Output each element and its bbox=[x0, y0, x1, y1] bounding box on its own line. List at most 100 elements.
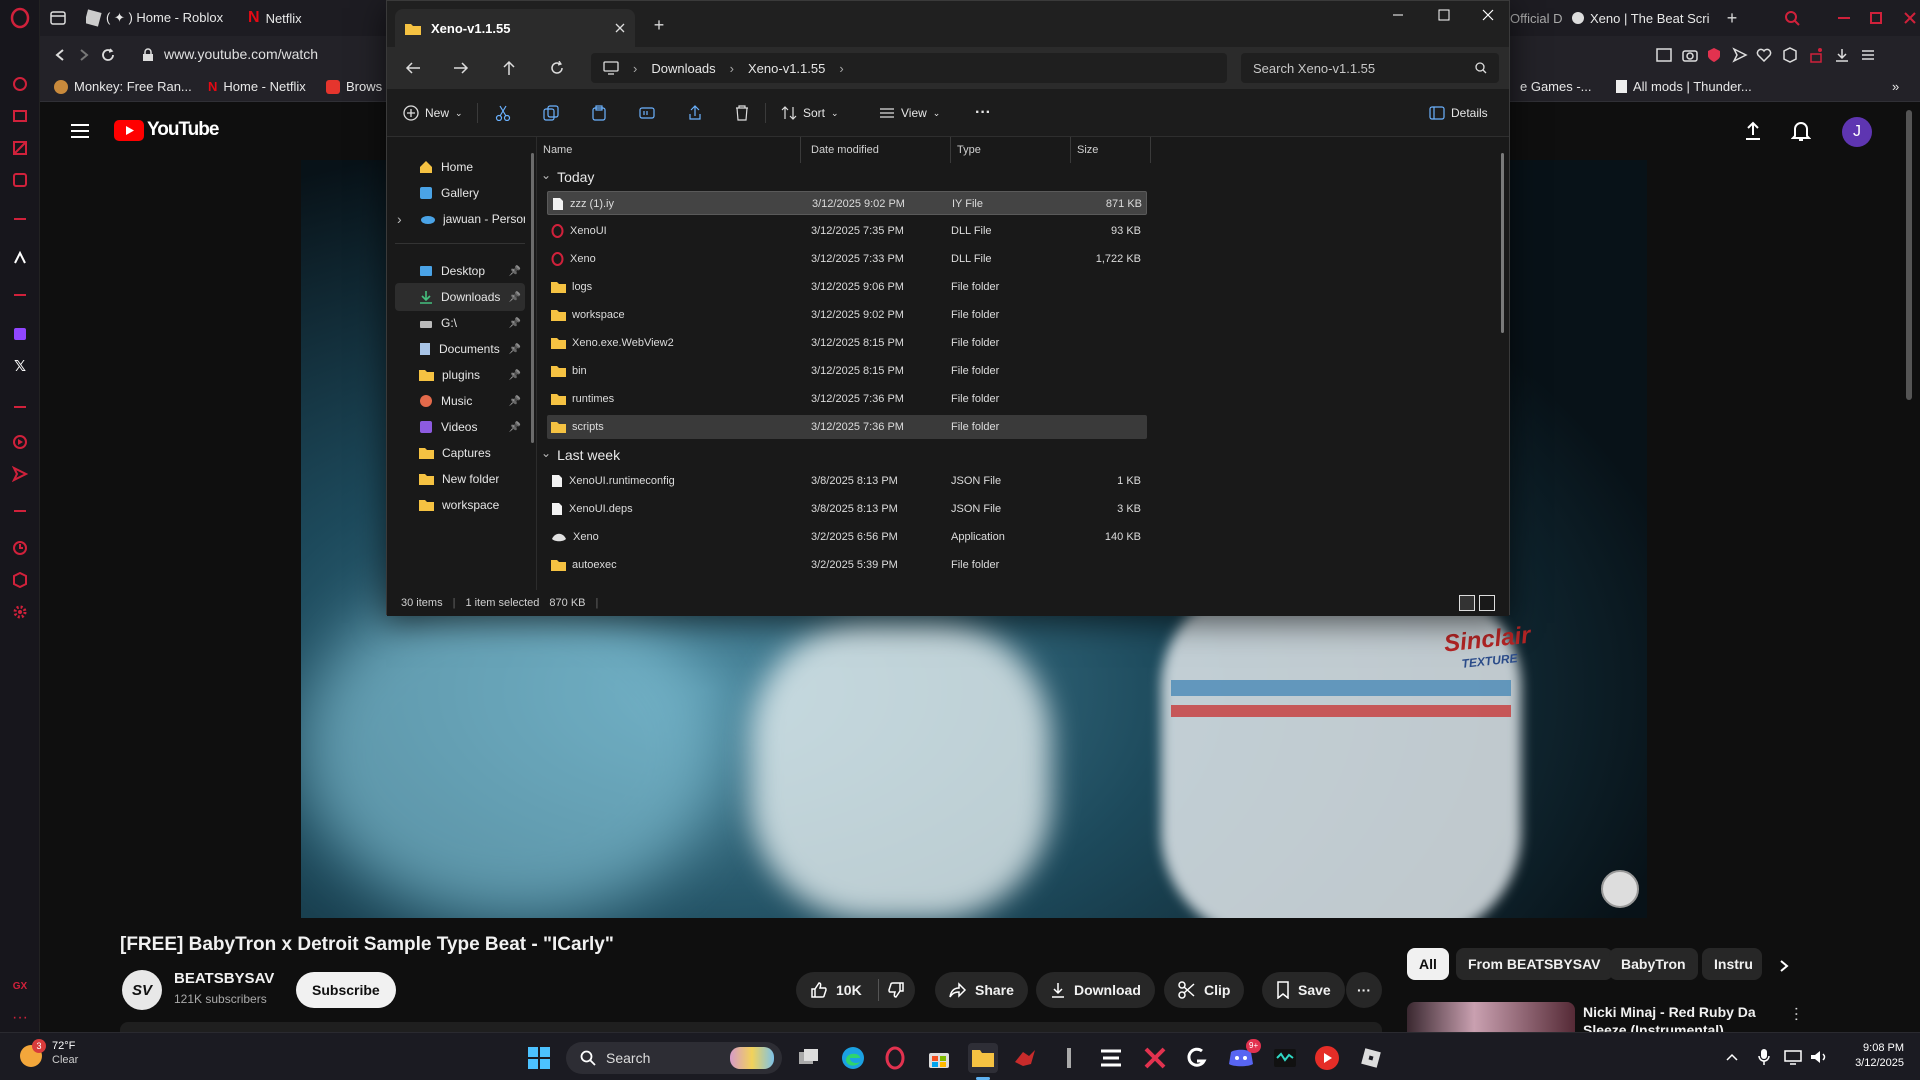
bookmark-netflix[interactable]: N Home - Netflix bbox=[208, 79, 306, 94]
subscribe-button[interactable]: Subscribe bbox=[296, 972, 396, 1008]
column-header-type[interactable]: Type bbox=[951, 137, 1071, 163]
tiles-view-icon[interactable] bbox=[1479, 595, 1495, 611]
nav-item-new-folder[interactable]: New folder bbox=[395, 465, 525, 493]
file-row[interactable]: bin 3/12/2025 8:15 PM File folder bbox=[547, 359, 1147, 383]
volume-icon[interactable] bbox=[1808, 1047, 1830, 1067]
thumbs-down-icon[interactable] bbox=[887, 981, 905, 999]
nav-pane-scrollbar[interactable] bbox=[531, 153, 534, 443]
tab-netflix[interactable]: N Netflix bbox=[248, 6, 348, 30]
more-actions-icon[interactable]: ··· bbox=[1346, 972, 1382, 1008]
nav-item-captures[interactable]: Captures bbox=[395, 439, 525, 467]
bookmark-monkey[interactable]: Monkey: Free Ran... bbox=[54, 79, 192, 94]
see-more-icon[interactable]: ··· bbox=[975, 101, 991, 125]
suggested-more-icon[interactable]: ··· bbox=[1786, 1004, 1806, 1024]
file-row[interactable]: Xeno 3/12/2025 7:33 PM DLL File 1,722 KB bbox=[547, 247, 1147, 271]
suggested-title-line2[interactable]: Sleeze (Instrumental) bbox=[1583, 1022, 1724, 1032]
explorer-tab[interactable]: Xeno-v1.1.55 bbox=[395, 9, 635, 47]
sidebar-more-icon[interactable]: ··· bbox=[8, 1006, 32, 1030]
back-icon[interactable] bbox=[403, 58, 423, 78]
search-tabs-icon[interactable] bbox=[1782, 8, 1802, 28]
x-app-icon[interactable] bbox=[1140, 1043, 1170, 1073]
column-header-size[interactable]: Size bbox=[1071, 137, 1151, 163]
file-row[interactable]: runtimes 3/12/2025 7:36 PM File folder bbox=[547, 387, 1147, 411]
file-row[interactable]: Xeno.exe.WebView2 3/12/2025 8:15 PM File f… bbox=[547, 331, 1147, 355]
weather-widget[interactable]: 3 72°F Clear bbox=[16, 1039, 78, 1067]
x-twitter-icon[interactable]: 𝕏 bbox=[8, 354, 32, 378]
nav-item-music[interactable]: Music 📌 bbox=[395, 387, 525, 415]
network-icon[interactable] bbox=[1782, 1047, 1804, 1067]
microphone-icon[interactable] bbox=[1754, 1047, 1774, 1067]
new-tab-button[interactable]: + bbox=[1722, 8, 1742, 28]
details-button[interactable]: Details bbox=[1429, 101, 1488, 125]
chip-all[interactable]: All bbox=[1407, 948, 1449, 980]
extensions-cube-icon[interactable] bbox=[8, 568, 32, 592]
details-view-icon[interactable] bbox=[1459, 595, 1475, 611]
bookmark-games[interactable]: e Games -... bbox=[1520, 79, 1592, 94]
suggested-title[interactable]: Nicki Minaj - Red Ruby Da bbox=[1583, 1004, 1756, 1020]
history-icon[interactable] bbox=[8, 536, 32, 560]
page-scrollbar[interactable] bbox=[1906, 110, 1912, 400]
opera-logo-icon[interactable] bbox=[8, 6, 32, 30]
clock[interactable]: 9:08 PM 3/12/2025 bbox=[1838, 1041, 1904, 1071]
send-arrow-icon[interactable] bbox=[1730, 46, 1750, 64]
settings-gear-icon[interactable] bbox=[8, 600, 32, 624]
red-app-icon[interactable] bbox=[1010, 1043, 1040, 1073]
minimize-icon[interactable] bbox=[1383, 5, 1413, 25]
nav-item-jawuan-person[interactable]: › jawuan - Person bbox=[395, 205, 525, 233]
close-tab-icon[interactable] bbox=[615, 23, 625, 33]
audio-app-icon[interactable] bbox=[1270, 1043, 1300, 1073]
file-list-scrollbar[interactable] bbox=[1501, 153, 1504, 333]
file-row[interactable]: Xeno 3/2/2025 6:56 PM Application 140 KB bbox=[547, 525, 1147, 549]
maximize-icon[interactable] bbox=[1866, 8, 1886, 28]
share-button[interactable]: Share bbox=[935, 972, 1028, 1008]
maximize-icon[interactable] bbox=[1429, 5, 1459, 25]
tray-chevron-up-icon[interactable] bbox=[1722, 1047, 1742, 1067]
download-button[interactable]: Download bbox=[1036, 972, 1155, 1008]
url-text[interactable]: www.youtube.com/watch bbox=[164, 46, 318, 62]
chips-next-icon[interactable] bbox=[1774, 956, 1794, 976]
heart-icon[interactable] bbox=[1754, 46, 1774, 64]
search-input[interactable]: Search Xeno-v1.1.55 bbox=[1241, 53, 1499, 83]
tab-official[interactable]: Official D bbox=[1510, 6, 1580, 30]
tab-roblox[interactable]: ( ✦ ) Home - Roblox bbox=[86, 6, 266, 30]
new-button[interactable]: New ⌄ bbox=[403, 101, 463, 125]
copy-button[interactable] bbox=[543, 101, 559, 125]
save-button[interactable]: Save bbox=[1262, 972, 1345, 1008]
send-icon[interactable] bbox=[8, 462, 32, 486]
file-row[interactable]: XenoUI.deps 3/8/2025 8:13 PM JSON File 3 KB bbox=[547, 497, 1147, 521]
tab-xeno[interactable]: Xeno | The Beat Scri bbox=[1572, 6, 1734, 30]
discord-icon[interactable]: 9+ bbox=[1226, 1039, 1262, 1073]
paste-button[interactable] bbox=[591, 101, 607, 125]
reload-icon[interactable] bbox=[98, 45, 118, 65]
easy-setup-icon[interactable] bbox=[1858, 46, 1878, 64]
breadcrumb-downloads[interactable]: Downloads bbox=[651, 61, 715, 76]
gx-mods-icon[interactable] bbox=[8, 168, 32, 192]
nav-item-downloads[interactable]: Downloads 📌 bbox=[395, 283, 525, 311]
nav-item-desktop[interactable]: Desktop 📌 bbox=[395, 257, 525, 285]
adblock-icon[interactable] bbox=[1704, 46, 1724, 64]
share-button[interactable] bbox=[687, 101, 703, 125]
channel-avatar[interactable]: SV bbox=[122, 970, 162, 1010]
bookmark-browse[interactable]: Brows bbox=[326, 79, 382, 94]
bookmarks-overflow-icon[interactable]: » bbox=[1892, 79, 1899, 94]
task-view-icon[interactable] bbox=[794, 1043, 824, 1073]
opera-gx-icon[interactable] bbox=[880, 1043, 910, 1073]
breadcrumb-xeno[interactable]: Xeno-v1.1.55 bbox=[748, 61, 825, 76]
file-row[interactable]: logs 3/12/2025 9:06 PM File folder bbox=[547, 275, 1147, 299]
nav-item-home[interactable]: Home bbox=[395, 153, 525, 181]
start-windows-icon[interactable] bbox=[524, 1043, 554, 1073]
file-row[interactable]: XenoUI.runtimeconfig 3/8/2025 8:13 PM JSON… bbox=[547, 469, 1147, 493]
gx-corner-icon[interactable] bbox=[8, 136, 32, 160]
twitch-icon[interactable] bbox=[8, 322, 32, 346]
close-icon[interactable] bbox=[1473, 5, 1503, 25]
roblox-icon[interactable] bbox=[1356, 1043, 1386, 1073]
vpn-icon[interactable] bbox=[1806, 46, 1826, 64]
notifications-bell-icon[interactable] bbox=[1788, 118, 1814, 144]
cut-button[interactable] bbox=[495, 101, 511, 125]
logitech-g-icon[interactable] bbox=[1182, 1043, 1212, 1073]
file-row[interactable]: workspace 3/12/2025 9:02 PM File folder bbox=[547, 303, 1147, 327]
download-icon[interactable] bbox=[1832, 46, 1852, 64]
taskbar-search[interactable]: Search bbox=[566, 1042, 782, 1074]
chip-instru[interactable]: Instru bbox=[1702, 948, 1762, 980]
column-header-date[interactable]: Date modified bbox=[805, 137, 951, 163]
